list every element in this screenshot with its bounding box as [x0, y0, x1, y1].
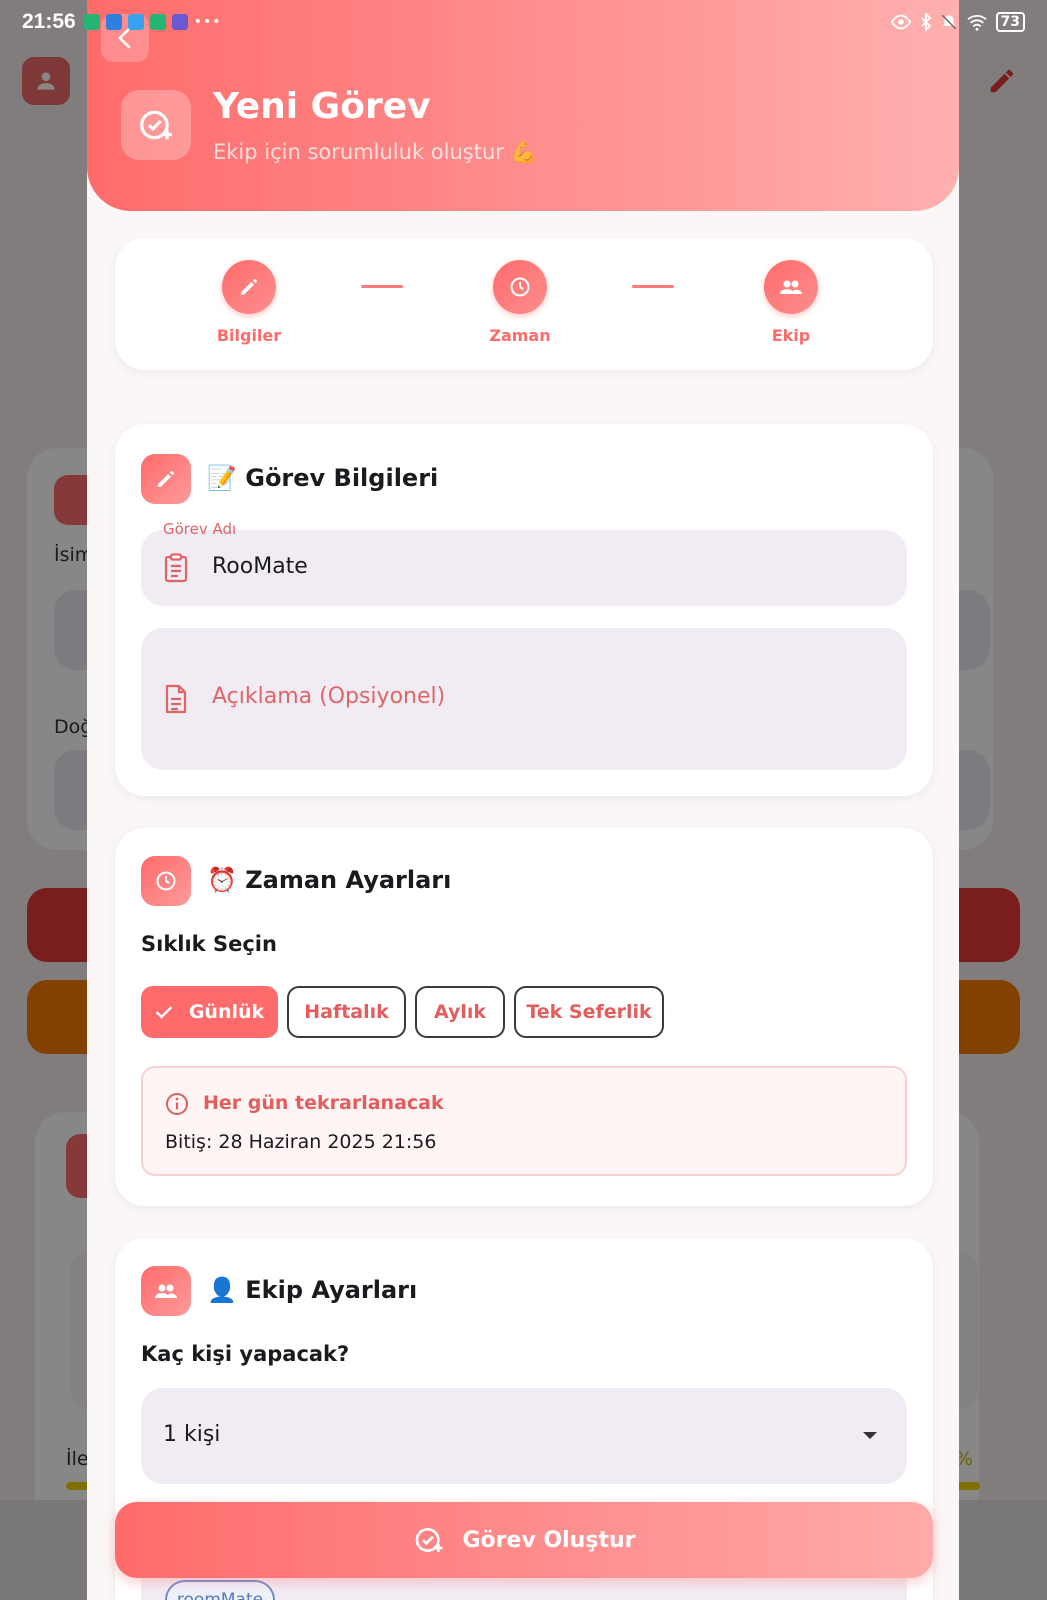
step-bilgiler[interactable]: Bilgiler: [189, 260, 309, 345]
step-label: Bilgiler: [216, 326, 282, 345]
step-ekip[interactable]: Ekip: [731, 260, 851, 345]
time-settings-card: ⏰ Zaman Ayarları Sıklık Seçin Günlük Haf…: [115, 828, 933, 1206]
app-notification-icon: [171, 14, 188, 30]
message-notification-icon: [127, 14, 144, 30]
frequency-option-label: Tek Seferlik: [526, 1001, 652, 1023]
new-task-sheet: Yeni Görev Ekip için sorumluluk oluştur …: [87, 0, 959, 1600]
create-task-label: Görev Oluştur: [462, 1527, 636, 1553]
frequency-info-title: Her gün tekrarlanacak: [203, 1092, 444, 1114]
more-notifications-icon: •••: [193, 14, 222, 30]
eye-icon: [890, 14, 911, 30]
pencil-icon: [141, 454, 191, 504]
app-notification-icon: [83, 14, 100, 30]
description-placeholder: Açıklama (Opsiyonel): [212, 684, 446, 709]
pencil-icon: [222, 260, 276, 314]
create-task-button[interactable]: Görev Oluştur: [115, 1502, 933, 1578]
step-connector: [632, 285, 674, 288]
status-time: 21:56: [22, 10, 76, 33]
frequency-option-aylik[interactable]: Aylık: [415, 986, 505, 1038]
check-icon: [155, 1006, 173, 1019]
description-field[interactable]: Açıklama (Opsiyonel): [141, 628, 907, 770]
time-settings-title: ⏰ Zaman Ayarları: [207, 866, 452, 894]
frequency-label: Sıklık Seçin: [141, 932, 277, 956]
app-notification-icon: [149, 14, 166, 30]
app-notification-icon: [105, 14, 122, 30]
add-task-icon: [121, 90, 191, 160]
people-count-label: Kaç kişi yapacak?: [141, 1342, 350, 1366]
sheet-subtitle: Ekip için sorumluluk oluştur 💪: [213, 140, 537, 164]
task-name-value: RooMate: [212, 554, 308, 579]
wifi-icon: [966, 15, 987, 31]
step-connector: [361, 285, 403, 288]
group-icon: [764, 260, 818, 314]
sheet-title: Yeni Görev: [213, 86, 431, 127]
battery-level: 73: [995, 12, 1025, 32]
clock-icon: [141, 856, 191, 906]
bluetooth-icon: [920, 13, 931, 31]
clock-icon: [493, 260, 547, 314]
people-count-value: 1 kişi: [163, 1422, 221, 1447]
info-icon: [166, 1093, 188, 1115]
task-info-title: 📝 Görev Bilgileri: [207, 464, 439, 492]
step-label: Zaman: [489, 326, 551, 345]
step-label: Ekip: [771, 326, 811, 345]
clipboard-icon: [163, 553, 189, 583]
add-task-icon: [415, 1528, 442, 1552]
frequency-option-gunluk[interactable]: Günlük: [141, 986, 278, 1038]
frequency-option-tek-seferlik[interactable]: Tek Seferlik: [514, 986, 664, 1038]
frequency-option-label: Günlük: [188, 1001, 265, 1023]
frequency-option-label: Haftalık: [304, 1001, 389, 1023]
member-chip[interactable]: roomMate: [165, 1580, 275, 1600]
frequency-info-box: Her gün tekrarlanacak Bitiş: 28 Haziran …: [141, 1066, 907, 1176]
step-zaman[interactable]: Zaman: [460, 260, 580, 345]
frequency-option-label: Aylık: [433, 1001, 487, 1023]
status-bar: 21:56 ••• 73: [0, 0, 1047, 44]
task-info-card: 📝 Görev Bilgileri RooMate Görev Adı Açık…: [115, 424, 933, 796]
frequency-end-date: Bitiş: 28 Haziran 2025 21:56: [165, 1131, 437, 1153]
mute-bell-icon: [941, 14, 956, 30]
group-icon: [141, 1266, 191, 1316]
dropdown-arrow-icon: [863, 1432, 877, 1439]
task-name-field[interactable]: RooMate: [141, 530, 907, 606]
team-settings-title: 👤 Ekip Ayarları: [207, 1276, 418, 1304]
people-count-select[interactable]: 1 kişi: [141, 1388, 907, 1484]
stepper-card: Bilgiler Zaman Ekip: [115, 238, 933, 370]
task-name-label: Görev Adı: [163, 520, 237, 538]
document-icon: [163, 684, 189, 714]
frequency-option-haftalik[interactable]: Haftalık: [287, 986, 406, 1038]
